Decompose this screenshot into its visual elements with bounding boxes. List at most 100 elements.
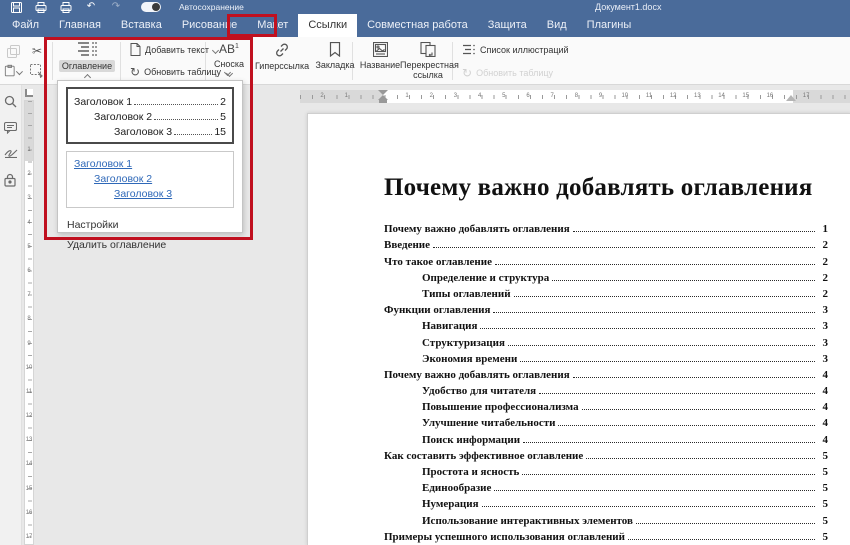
quick-print-icon[interactable] xyxy=(60,2,72,13)
illustrations-list-button[interactable]: Список иллюстраций xyxy=(462,44,569,56)
select-icon[interactable] xyxy=(28,62,46,80)
toc-leader-dots xyxy=(522,474,815,475)
toc-entry[interactable]: Удобство для читателя 4 xyxy=(384,381,828,397)
ruler-number: 6 xyxy=(25,259,33,283)
toc-entry[interactable]: Почему важно добавлять оглавления 4 xyxy=(384,365,828,381)
ruler-number: 2 xyxy=(310,90,334,103)
toc-entry-text: Повышение профессионализма xyxy=(422,401,579,413)
add-text-button[interactable]: Добавить текст xyxy=(130,43,218,56)
undo-icon[interactable]: ↶ xyxy=(85,2,97,13)
menu-tab[interactable]: Ссылки xyxy=(298,14,357,37)
menu-tab[interactable]: Защита xyxy=(478,14,537,37)
toc-entry[interactable]: Функции оглавления 3 xyxy=(384,300,828,316)
toc-entry-text: Как составить эффективное оглавление xyxy=(384,450,583,462)
ruler-number: 11 xyxy=(25,380,33,404)
signature-icon[interactable] xyxy=(4,147,17,160)
toc-style-numbered[interactable]: Заголовок 1 2 Заголовок 2 5 Заголовок 3 … xyxy=(66,87,234,144)
protection-lock-icon[interactable] xyxy=(4,173,17,186)
toc-entry[interactable]: Как составить эффективное оглавление 5 xyxy=(384,446,828,462)
ruler-number: 7 xyxy=(540,90,564,103)
caption-button[interactable]: Название xyxy=(358,42,402,71)
toc-leader-dots xyxy=(493,312,815,313)
toc-entry[interactable]: Нумерация 5 xyxy=(384,494,828,510)
toc-entry[interactable]: Типы оглавлений 2 xyxy=(384,284,828,300)
toc-entry[interactable]: Почему важно добавлять оглавления 1 xyxy=(384,219,828,235)
toc-entry[interactable]: Примеры успешного использования оглавлен… xyxy=(384,527,828,543)
toc-style-link: Заголовок 1 xyxy=(74,157,226,172)
bookmark-button[interactable]: Закладка xyxy=(313,42,357,71)
ruler-number: 17 xyxy=(25,525,33,545)
hyperlink-button[interactable]: Гиперссылка xyxy=(255,42,309,72)
toc-entry-page: 3 xyxy=(818,337,828,349)
toc-entry[interactable]: Повышение профессионализма 4 xyxy=(384,397,828,413)
menu-tab[interactable]: Главная xyxy=(49,14,111,37)
titlebar: ↶ ↷ Автосохранение Документ1.docx xyxy=(0,0,850,14)
toc-entry[interactable]: Использование интерактивных элементов 5 xyxy=(384,510,828,526)
ruler-number: 15 xyxy=(734,90,758,103)
toc-button-label: Оглавление xyxy=(59,60,115,72)
toc-leader-dots xyxy=(514,296,815,297)
toc-leader-dots xyxy=(573,231,815,232)
hyperlink-label: Гиперссылка xyxy=(252,60,312,72)
document-title: Документ1.docx xyxy=(595,2,661,12)
toc-entry[interactable]: Структуризация 3 xyxy=(384,332,828,348)
toc-entry-text: Единообразие xyxy=(422,482,491,494)
save-icon[interactable] xyxy=(10,2,22,13)
ruler-number: 1 xyxy=(334,90,358,103)
toc-entry-page: 3 xyxy=(818,320,828,332)
toc-entry[interactable]: Определение и структура 2 xyxy=(384,268,828,284)
menu-tab[interactable]: Рисование xyxy=(172,14,247,37)
menu-tab[interactable]: Файл xyxy=(2,14,49,37)
ruler-number: 5 xyxy=(492,90,516,103)
document-content: Почему важно добавлять оглавления Почему… xyxy=(384,174,828,543)
ruler-number: 3 xyxy=(25,186,33,210)
ruler-number: 12 xyxy=(25,404,33,428)
toc-entry[interactable]: Экономия времени 3 xyxy=(384,349,828,365)
menu-tab[interactable]: Макет xyxy=(247,14,298,37)
tab-selector-corner[interactable] xyxy=(25,89,33,97)
footnote-button[interactable]: AB1 Сноска xyxy=(210,42,248,76)
toc-entry-text: Удобство для читателя xyxy=(422,385,536,397)
toc-leader-dots xyxy=(582,409,815,410)
toc-entry[interactable]: Улучшение читабельности 4 xyxy=(384,413,828,429)
menu-tab[interactable]: Вставка xyxy=(111,14,172,37)
cut-icon[interactable]: ✂ xyxy=(28,42,46,60)
toc-remove-item[interactable]: Удалить оглавление xyxy=(66,235,234,255)
ruler-number: 15 xyxy=(25,477,33,501)
left-indent-box[interactable] xyxy=(379,100,387,103)
menu-tab[interactable]: Совместная работа xyxy=(357,14,478,37)
document-page[interactable]: Почему важно добавлять оглавления Почему… xyxy=(307,113,850,545)
toc-entry[interactable]: Навигация 3 xyxy=(384,316,828,332)
toc-style-links[interactable]: Заголовок 1 Заголовок 2 Заголовок 3 xyxy=(66,151,234,208)
toc-entry-page: 4 xyxy=(818,385,828,397)
menu-tab[interactable]: Плагины xyxy=(577,14,642,37)
crossref-button[interactable]: Перекрестная ссылка xyxy=(402,42,454,82)
vertical-ruler[interactable]: 1234567891011121314151617 xyxy=(24,100,34,545)
redo-icon[interactable]: ↷ xyxy=(110,2,122,13)
toc-settings-item[interactable]: Настройки xyxy=(66,215,234,235)
toc-entry-page: 5 xyxy=(818,466,828,478)
paste-icon[interactable] xyxy=(4,62,22,80)
menu-tab[interactable]: Вид xyxy=(537,14,577,37)
ruler-number: 16 xyxy=(758,90,782,103)
toc-entry[interactable]: Единообразие 5 xyxy=(384,478,828,494)
horizontal-ruler[interactable]: 21 12345678910111213141516 17 xyxy=(300,90,850,103)
toc-entry-text: Структуризация xyxy=(422,337,505,349)
toc-entry[interactable]: Введение 2 xyxy=(384,235,828,251)
toc-entry-page: 4 xyxy=(818,401,828,413)
right-indent-marker[interactable] xyxy=(786,95,796,101)
print-icon[interactable] xyxy=(35,2,47,13)
toc-entry-text: Почему важно добавлять оглавления xyxy=(384,369,570,381)
toc-style-link: Заголовок 2 xyxy=(74,172,226,187)
toc-button[interactable]: Оглавление xyxy=(58,41,116,80)
toc-entry[interactable]: Простота и ясность 5 xyxy=(384,462,828,478)
comments-icon[interactable] xyxy=(4,121,17,134)
ruler-number: 4 xyxy=(468,90,492,103)
copy-icon[interactable] xyxy=(4,42,22,60)
caption-icon xyxy=(373,42,388,57)
toc-style-dots xyxy=(134,104,218,105)
toc-entry[interactable]: Что такое оглавление 2 xyxy=(384,251,828,267)
search-icon[interactable] xyxy=(4,95,17,108)
autosave-toggle[interactable] xyxy=(141,2,161,12)
toc-entry[interactable]: Поиск информации 4 xyxy=(384,429,828,445)
